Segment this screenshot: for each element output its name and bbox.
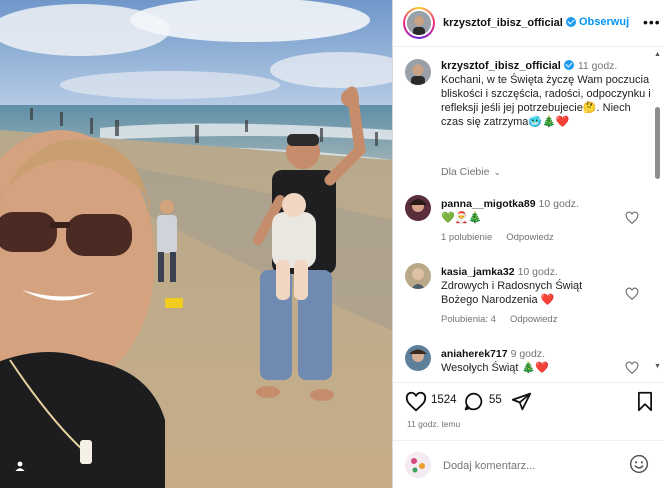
- comment-username[interactable]: aniaherek717: [441, 348, 508, 360]
- bookmark-icon[interactable]: [636, 391, 654, 412]
- author-avatar[interactable]: [403, 7, 435, 39]
- comment-icon[interactable]: [463, 391, 484, 412]
- like-comment-heart-icon[interactable]: [625, 287, 639, 301]
- author-username[interactable]: krzysztof_ibisz_official: [443, 17, 576, 29]
- more-options-icon[interactable]: •••: [643, 14, 661, 30]
- post-side-panel: krzysztof_ibisz_official Obserwuj ••• kr…: [392, 0, 664, 488]
- caption-time: 11 godz.: [577, 60, 618, 72]
- for-you-toggle[interactable]: Dla Ciebie ⌄: [441, 166, 501, 178]
- caption-author-avatar[interactable]: [405, 59, 431, 85]
- comment-text: Wesołych Świąt 🎄❤️: [441, 362, 549, 374]
- current-user-avatar: [405, 452, 431, 478]
- comments-count[interactable]: 55: [489, 394, 502, 406]
- post-time-ago: 11 godz. temu: [407, 419, 461, 429]
- commenter-avatar[interactable]: [405, 263, 431, 289]
- scroll-down-arrow-icon[interactable]: ▼: [654, 363, 661, 370]
- commenter-avatar[interactable]: [405, 345, 431, 371]
- user-tag-icon[interactable]: [10, 456, 30, 476]
- comment-time: 9 godz.: [510, 348, 546, 360]
- comment-time: 10 godz.: [517, 266, 558, 278]
- add-comment-bar: [393, 440, 664, 489]
- post-photo[interactable]: [0, 0, 392, 488]
- add-comment-input[interactable]: [441, 459, 595, 473]
- comment-text: Zdrowych i Radosnych Świąt Bożego Narodz…: [441, 280, 583, 306]
- reply-button[interactable]: Odpowiedz: [506, 232, 554, 243]
- like-comment-heart-icon[interactable]: [625, 361, 639, 375]
- commenter-avatar[interactable]: [405, 195, 431, 221]
- comment-likes[interactable]: 1 polubienie: [441, 232, 492, 243]
- verified-badge-icon: [565, 17, 576, 27]
- comment-username[interactable]: kasia_jamka32: [441, 266, 515, 278]
- like-comment-heart-icon[interactable]: [625, 211, 639, 225]
- emoji-icon[interactable]: [629, 454, 649, 474]
- comment-time: 10 godz.: [538, 198, 579, 210]
- likes-count[interactable]: 1524: [431, 394, 457, 406]
- reply-button[interactable]: Odpowiedz: [510, 314, 558, 325]
- beach-family-photo: [0, 0, 392, 488]
- follow-button[interactable]: Obserwuj: [579, 16, 629, 28]
- comments-scroll-area[interactable]: krzysztof_ibisz_official 11 godz. Kochani…: [393, 47, 664, 377]
- scroll-up-arrow-icon[interactable]: ▲: [654, 51, 661, 58]
- verified-badge-icon: [563, 60, 574, 70]
- comments-scrollbar[interactable]: [655, 107, 660, 179]
- chevron-down-icon: ⌄: [493, 167, 501, 177]
- post-caption: krzysztof_ibisz_official 11 godz. Kochani…: [441, 59, 653, 129]
- comment-text: 💚🎅🎄: [441, 212, 483, 224]
- heart-icon[interactable]: [405, 391, 427, 413]
- caption-username[interactable]: krzysztof_ibisz_official: [441, 60, 561, 72]
- comment-likes[interactable]: Polubienia: 4: [441, 314, 496, 325]
- post-actions-bar: 1524 55: [393, 382, 664, 423]
- comment-username[interactable]: panna__migotka89: [441, 198, 536, 210]
- post-header: krzysztof_ibisz_official Obserwuj •••: [393, 0, 664, 47]
- share-icon[interactable]: [511, 391, 532, 412]
- caption-text: Kochani, w te Święta życzę Wam poczucia …: [441, 74, 651, 128]
